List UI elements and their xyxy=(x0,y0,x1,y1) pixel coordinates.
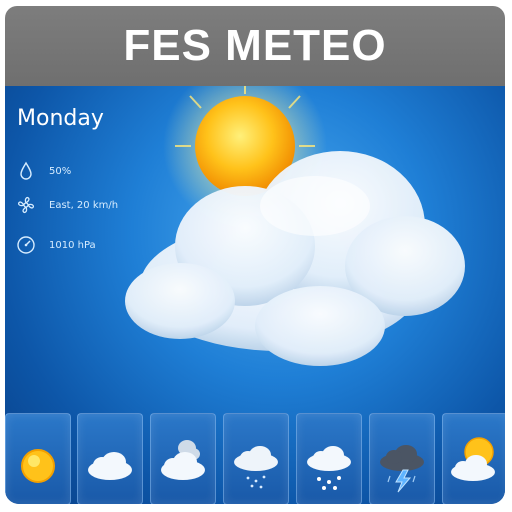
sun-behind-cloud-icon xyxy=(451,437,495,481)
weather-panel: Monday 50% East, 20 km/h 1010 hPa xyxy=(5,86,505,504)
cloud-light-rain-icon xyxy=(234,446,278,489)
sun-icon xyxy=(21,449,55,483)
humidity-row: 50% xyxy=(15,160,71,182)
humidity-drop-icon xyxy=(20,161,32,180)
app-window: FES METEO Monday 50% East, 20 km/h 1010 … xyxy=(0,0,512,512)
wind-fan-icon xyxy=(17,196,35,214)
cloudy-icon xyxy=(161,440,205,480)
forecast-tile-3[interactable] xyxy=(150,413,216,504)
forecast-tile-1[interactable] xyxy=(5,413,71,504)
cloud-snow-icon xyxy=(307,446,351,490)
pressure-gauge-icon xyxy=(17,236,35,254)
sun-behind-cloud-large-icon xyxy=(125,86,465,366)
forecast-tile-2[interactable] xyxy=(77,413,143,504)
day-label: Monday xyxy=(17,106,104,131)
thunderstorm-icon xyxy=(380,445,424,493)
forecast-tile-5[interactable] xyxy=(296,413,362,504)
pressure-value: 1010 hPa xyxy=(49,239,96,251)
title-bar: FES METEO xyxy=(5,6,505,86)
app-title: FES METEO xyxy=(123,21,387,70)
humidity-value: 50% xyxy=(49,165,72,177)
forecast-tile-6[interactable] xyxy=(369,413,435,504)
pressure-row: 1010 hPa xyxy=(15,234,96,256)
forecast-tile-4[interactable] xyxy=(223,413,289,504)
forecast-strip xyxy=(5,409,505,504)
cloud-icon xyxy=(88,452,132,480)
forecast-tile-7[interactable] xyxy=(442,413,505,504)
wind-row: East, 20 km/h xyxy=(15,194,118,216)
